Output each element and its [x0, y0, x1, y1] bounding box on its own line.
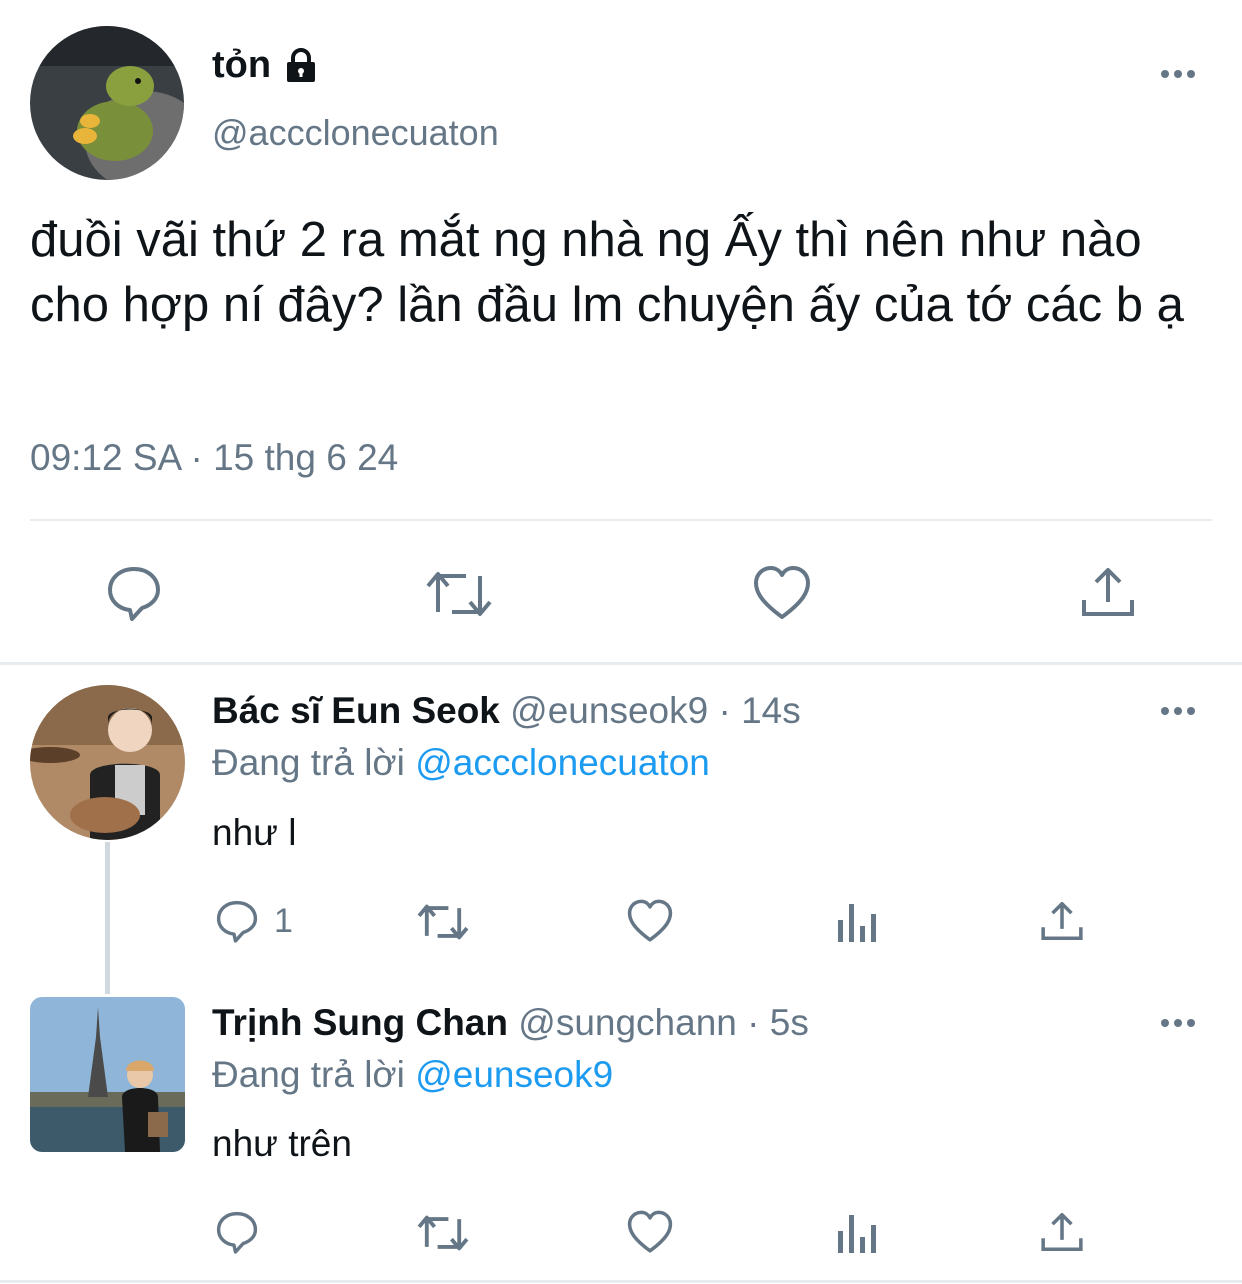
- main-avatar[interactable]: [30, 26, 184, 180]
- reply1-avatar[interactable]: [30, 685, 185, 840]
- section-divider: [0, 662, 1242, 665]
- reply2-replying-label: Đang trả lời: [212, 1054, 405, 1095]
- reply-icon[interactable]: [214, 1209, 260, 1255]
- like-icon[interactable]: [752, 565, 812, 621]
- reply1-more-icon[interactable]: [1161, 707, 1195, 715]
- retweet-icon[interactable]: [416, 900, 470, 944]
- reply1-reply-count: 1: [274, 901, 293, 940]
- main-display-name[interactable]: tỏn: [212, 44, 271, 87]
- main-display-name-row: tỏn: [212, 44, 321, 87]
- reply2-replying-to[interactable]: @eunseok9: [415, 1054, 613, 1095]
- reply2-handle[interactable]: @sungchann: [518, 1002, 737, 1043]
- reply1-handle[interactable]: @eunseok9: [510, 690, 708, 731]
- main-more-icon[interactable]: [1161, 70, 1195, 78]
- bottom-divider: [0, 1280, 1242, 1283]
- share-icon[interactable]: [1040, 1209, 1084, 1255]
- retweet-icon[interactable]: [416, 1211, 470, 1255]
- reply2-display-name[interactable]: Trịnh Sung Chan: [212, 1002, 508, 1043]
- retweet-icon[interactable]: [424, 566, 494, 622]
- reply2-replying-row: Đang trả lời @eunseok9: [212, 1054, 613, 1096]
- reply2-text: như trên: [212, 1123, 352, 1164]
- main-tweet-text: đuồi vãi thứ 2 ra mắt ng nhà ng Ấy thì n…: [30, 213, 1184, 332]
- reply1-time[interactable]: · 14s: [718, 690, 800, 731]
- main-timestamp[interactable]: 09:12 SA · 15 thg 6 24: [30, 437, 398, 479]
- analytics-icon[interactable]: [836, 1211, 878, 1255]
- main-divider: [30, 519, 1212, 521]
- share-icon[interactable]: [1080, 564, 1136, 620]
- reply1-replying-label: Đang trả lời: [212, 742, 405, 783]
- reply1-header: Bác sĩ Eun Seok @eunseok9 · 14s: [212, 690, 801, 732]
- like-icon[interactable]: [626, 899, 674, 943]
- share-icon[interactable]: [1040, 898, 1084, 944]
- main-handle[interactable]: @accclonecuaton: [212, 112, 499, 154]
- analytics-icon[interactable]: [836, 900, 878, 944]
- reply-icon[interactable]: [214, 898, 260, 944]
- reply1-replying-to[interactable]: @accclonecuaton: [415, 742, 710, 783]
- thread-line: [105, 842, 110, 994]
- reply2-avatar[interactable]: [30, 997, 185, 1152]
- reply1-reply-action[interactable]: 1: [214, 898, 293, 944]
- reply-icon[interactable]: [104, 563, 164, 623]
- reply1-text: như l: [212, 812, 297, 853]
- lock-icon: [281, 46, 321, 86]
- reply2-header: Trịnh Sung Chan @sungchann · 5s: [212, 1002, 809, 1044]
- reply1-replying-row: Đang trả lời @accclonecuaton: [212, 742, 710, 784]
- reply1-display-name[interactable]: Bác sĩ Eun Seok: [212, 690, 500, 731]
- reply2-time[interactable]: · 5s: [747, 1002, 809, 1043]
- like-icon[interactable]: [626, 1210, 674, 1254]
- reply2-more-icon[interactable]: [1161, 1019, 1195, 1027]
